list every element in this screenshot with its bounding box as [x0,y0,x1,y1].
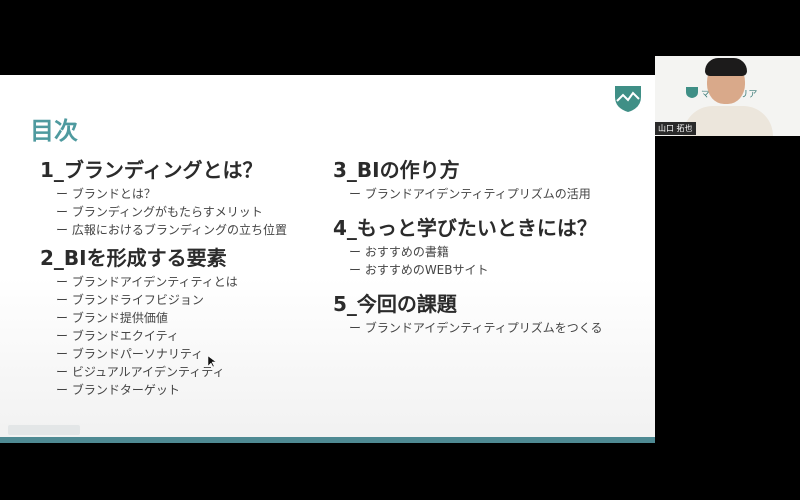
toc-item: ー 広報におけるブランディングの立ち位置 [56,223,287,237]
toc-item: ー ブランディングがもたらすメリット [56,205,263,219]
presenter-body [683,106,773,136]
background-logo-icon [686,87,698,98]
toc-item: ー ビジュアルアイデンティティ [56,365,225,379]
presenter-hair [705,58,747,76]
footer-bar [0,437,655,443]
toc-right-column: 3_BIの作り方 ー ブランドアイデンティティプリズムの活用 4_もっと学びたい… [333,155,603,341]
toc-section-5: 5_今回の課題 ー ブランドアイデンティティプリズムをつくる [333,289,603,337]
section-heading: 5_今回の課題 [333,292,457,316]
section-heading: 2_BIを形成する要素 [40,246,227,270]
presenter-name-tag: 山口 拓也 [655,122,696,135]
toc-section-3: 3_BIの作り方 ー ブランドアイデンティティプリズムの活用 [333,155,603,203]
toc-item: ー ブランドパーソナリティ [56,347,204,361]
toc-item: ー ブランドとは？ [56,187,156,201]
toc-item: ー ブランドターゲット [56,383,180,397]
toc-item: ー おすすめのWEBサイト [349,263,489,277]
shared-slide: 目次 1_ブランディングとは？ ー ブランドとは？ ー ブランディングがもたらす… [0,75,655,443]
section-heading: 4_もっと学びたいときには？ [333,216,597,240]
slide-title: 目次 [30,117,78,145]
brand-logo-icon [615,86,641,112]
toc-item: ー ブランド提供価値 [56,311,168,325]
toc-left-column: 1_ブランディングとは？ ー ブランドとは？ ー ブランディングがもたらすメリッ… [40,155,287,403]
toc-section-4: 4_もっと学びたいときには？ ー おすすめの書籍 ー おすすめのWEBサイト [333,213,603,279]
toc-item: ー ブランドライフビジョン [56,293,204,307]
section-heading: 3_BIの作り方 [333,158,460,182]
footer-chip [8,425,80,435]
toc-item: ー ブランドエクイティ [56,329,179,343]
toc-section-1: 1_ブランディングとは？ ー ブランドとは？ ー ブランディングがもたらすメリッ… [40,155,287,239]
mouse-cursor-icon [208,356,216,368]
toc-item: ー ブランドアイデンティティとは [56,275,238,289]
section-heading: 1_ブランディングとは？ [40,158,263,182]
toc-item: ー ブランドアイデンティティプリズムをつくる [349,321,603,335]
toc-section-2: 2_BIを形成する要素 ー ブランドアイデンティティとは ー ブランドライフビジ… [40,243,287,399]
toc-item: ー おすすめの書籍 [349,245,449,259]
meeting-window: 目次 1_ブランディングとは？ ー ブランドとは？ ー ブランディングがもたらす… [0,0,800,500]
toc-item: ー ブランドアイデンティティプリズムの活用 [349,187,591,201]
